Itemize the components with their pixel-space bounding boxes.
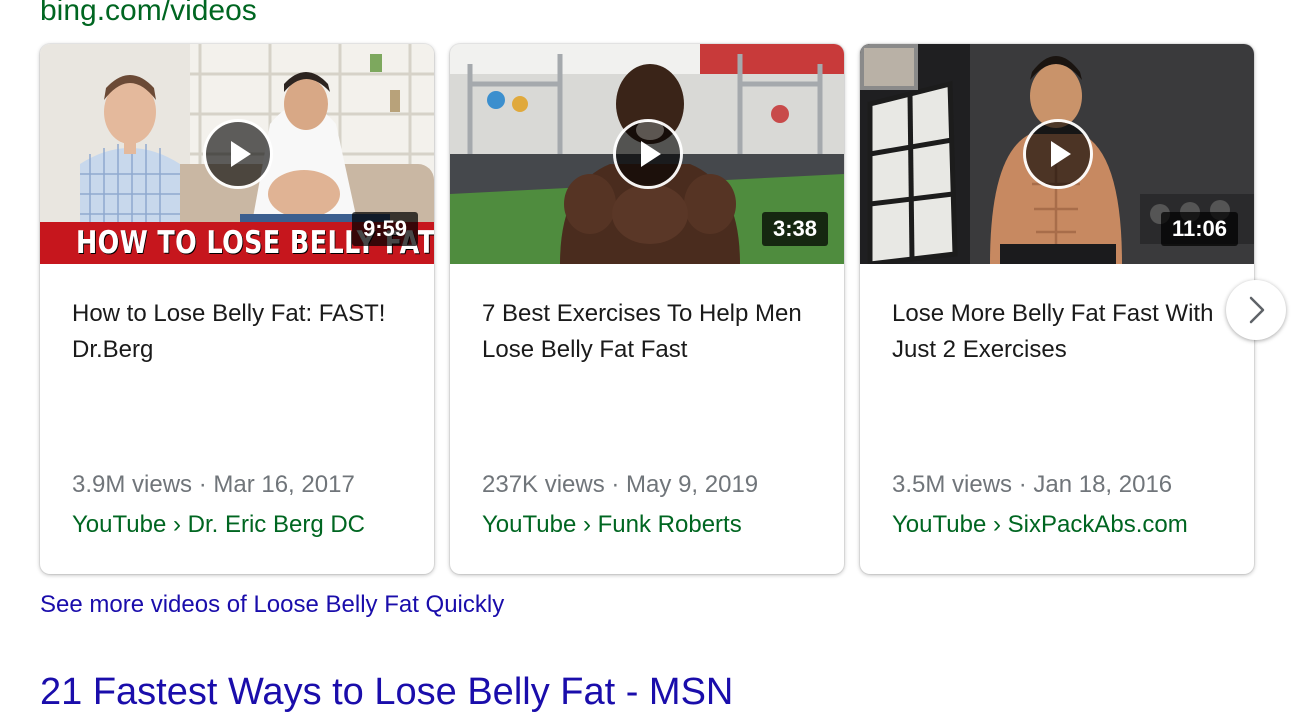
video-card[interactable]: 11:06 Lose More Belly Fat Fast With Just… (860, 44, 1254, 574)
video-thumbnail[interactable]: 11:06 (860, 44, 1254, 264)
source-url[interactable]: bing.com/videos (40, 0, 257, 28)
play-icon[interactable] (1026, 122, 1090, 186)
duration-badge: 9:59 (351, 212, 418, 246)
duration-badge: 11:06 (1160, 212, 1238, 246)
video-meta: 237K views · May 9, 2019 (482, 471, 759, 498)
chevron-right-icon (1249, 296, 1265, 324)
video-source[interactable]: YouTube › SixPackAbs.com (892, 508, 1188, 542)
search-results-page: bing.com/videos HOW TO LOSE BELLY FAT 9:… (0, 0, 1296, 724)
video-title[interactable]: 7 Best Exercises To Help Men Lose Belly … (482, 296, 822, 368)
video-thumbnail[interactable]: HOW TO LOSE BELLY FAT 9:59 (40, 44, 434, 264)
play-icon[interactable] (206, 122, 270, 186)
video-thumbnail[interactable]: 3:38 (450, 44, 844, 264)
duration-badge: 3:38 (761, 212, 828, 246)
video-card[interactable]: HOW TO LOSE BELLY FAT 9:59 How to Lose B… (40, 44, 434, 574)
video-title[interactable]: How to Lose Belly Fat: FAST! Dr.Berg (72, 296, 412, 368)
see-more-videos-link[interactable]: See more videos of Loose Belly Fat Quick… (40, 588, 504, 622)
carousel-next-button[interactable] (1226, 280, 1286, 340)
play-icon[interactable] (616, 122, 680, 186)
video-source[interactable]: YouTube › Dr. Eric Berg DC (72, 508, 365, 542)
video-source[interactable]: YouTube › Funk Roberts (482, 508, 742, 542)
video-meta: 3.9M views · Mar 16, 2017 (72, 471, 355, 498)
video-title[interactable]: Lose More Belly Fat Fast With Just 2 Exe… (892, 296, 1232, 368)
video-meta: 3.5M views · Jan 18, 2016 (892, 471, 1173, 498)
result-title-link[interactable]: 21 Fastest Ways to Lose Belly Fat - MSN (40, 668, 733, 716)
video-carousel: HOW TO LOSE BELLY FAT 9:59 How to Lose B… (40, 44, 1256, 574)
video-card[interactable]: 3:38 7 Best Exercises To Help Men Lose B… (450, 44, 844, 574)
